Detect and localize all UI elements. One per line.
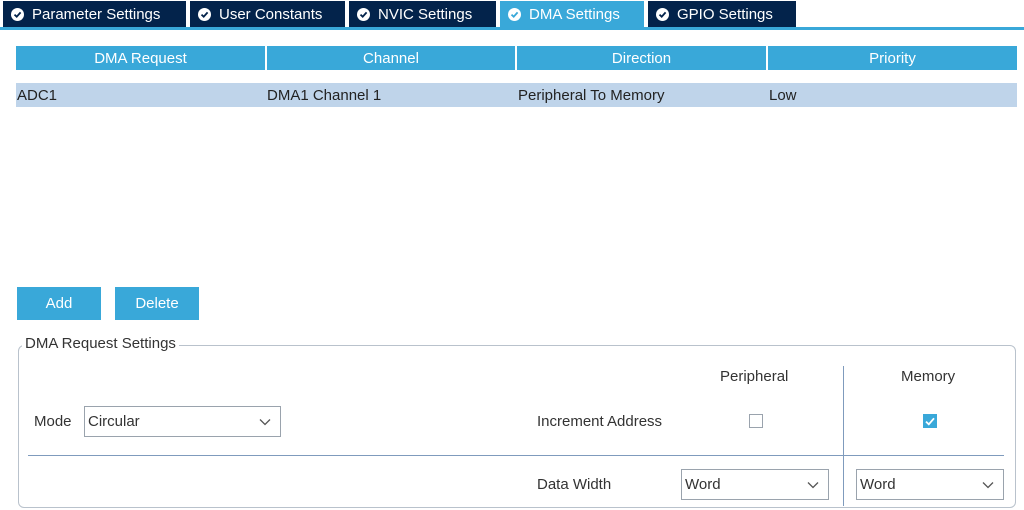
- check-circle-icon: [656, 8, 669, 21]
- chevron-down-icon: [259, 419, 271, 426]
- tab-label: User Constants: [219, 6, 323, 23]
- tab-dma-settings[interactable]: DMA Settings: [500, 1, 644, 28]
- settings-divider-horizontal: [28, 455, 1004, 456]
- mode-label: Mode: [34, 413, 72, 430]
- data-width-label: Data Width: [537, 476, 612, 493]
- cell-direction: Peripheral To Memory: [518, 86, 665, 104]
- increment-address-label: Increment Address: [537, 413, 663, 430]
- peripheral-data-width-value: Word: [685, 476, 721, 493]
- tab-underline: [0, 27, 1024, 30]
- tab-gpio-settings[interactable]: GPIO Settings: [648, 1, 796, 28]
- check-circle-icon: [508, 8, 521, 21]
- checkmark-icon: [925, 417, 935, 426]
- memory-increment-checkbox[interactable]: [923, 414, 937, 428]
- column-header-channel[interactable]: Channel: [267, 46, 515, 70]
- tab-label: Parameter Settings: [32, 6, 161, 23]
- peripheral-column-label: Peripheral: [720, 368, 789, 385]
- column-header-dma-request[interactable]: DMA Request: [16, 46, 265, 70]
- memory-column-label: Memory: [901, 368, 956, 385]
- settings-divider-vertical: [843, 366, 844, 506]
- tab-bar: Parameter Settings User Constants NVIC S…: [0, 0, 1024, 30]
- table-row[interactable]: ADC1 DMA1 Channel 1 Peripheral To Memory…: [16, 83, 1017, 107]
- tab-parameter-settings[interactable]: Parameter Settings: [3, 1, 186, 28]
- mode-select[interactable]: Circular: [84, 406, 281, 437]
- column-header-direction[interactable]: Direction: [517, 46, 766, 70]
- mode-value: Circular: [88, 413, 140, 430]
- peripheral-increment-checkbox[interactable]: [749, 414, 763, 428]
- chevron-down-icon: [982, 482, 994, 489]
- memory-data-width-value: Word: [860, 476, 896, 493]
- cell-priority: Low: [769, 86, 797, 104]
- memory-data-width-select[interactable]: Word: [856, 469, 1004, 500]
- check-circle-icon: [11, 8, 24, 21]
- peripheral-data-width-select[interactable]: Word: [681, 469, 829, 500]
- check-circle-icon: [357, 8, 370, 21]
- column-header-priority[interactable]: Priority: [768, 46, 1017, 70]
- group-legend: DMA Request Settings: [22, 335, 179, 352]
- chevron-down-icon: [807, 482, 819, 489]
- tab-nvic-settings[interactable]: NVIC Settings: [349, 1, 496, 28]
- tab-label: GPIO Settings: [677, 6, 773, 23]
- cell-dma-request: ADC1: [17, 86, 58, 104]
- check-circle-icon: [198, 8, 211, 21]
- delete-button[interactable]: Delete: [115, 287, 199, 320]
- tab-user-constants[interactable]: User Constants: [190, 1, 345, 28]
- dma-table-header: DMA Request Channel Direction Priority: [16, 46, 1017, 70]
- add-button[interactable]: Add: [17, 287, 101, 320]
- tab-label: DMA Settings: [529, 6, 620, 23]
- cell-channel: DMA1 Channel 1: [267, 86, 382, 104]
- tab-label: NVIC Settings: [378, 6, 473, 23]
